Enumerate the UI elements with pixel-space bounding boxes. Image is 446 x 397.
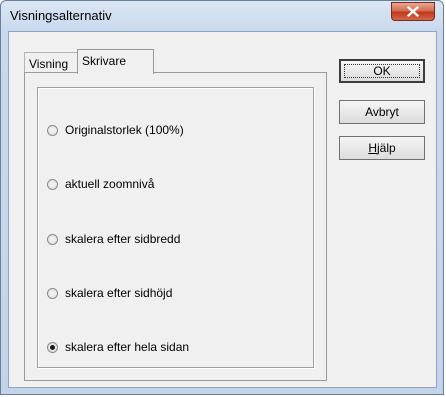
title-bar[interactable]: Visningsalternativ [1,1,443,31]
dialog-body: Visning Skrivare Originalstorlek (100%) … [8,31,437,388]
help-button[interactable]: Hjälp [339,136,425,160]
tab-skrivare[interactable]: Skrivare [77,49,154,74]
option-sidbredd[interactable]: skalera efter sidbredd [47,231,180,247]
option-label: skalera efter hela sidan [65,340,190,354]
close-x-icon [407,6,419,17]
window-title: Visningsalternativ [10,8,112,23]
radio-sidhojd[interactable] [47,287,58,299]
scaling-options-group: Originalstorlek (100%) aktuell zoomnivå … [37,87,314,368]
tab-panel-skrivare: Originalstorlek (100%) aktuell zoomnivå … [24,72,327,381]
radio-originalstorlek[interactable] [47,124,58,136]
tab-visning[interactable]: Visning [24,52,77,73]
radio-hela-sidan[interactable] [47,341,58,353]
ok-button[interactable]: OK [339,59,425,83]
cancel-button[interactable]: Avbryt [339,100,425,124]
dialog-window: Visningsalternativ Visning Skrivare Orig… [0,0,444,395]
option-originalstorlek[interactable]: Originalstorlek (100%) [47,122,184,138]
option-hela-sidan[interactable]: skalera efter hela sidan [47,339,189,355]
radio-aktuell-zoomniva[interactable] [47,178,58,190]
help-accelerator: H [368,141,377,155]
option-aktuell-zoomniva[interactable]: aktuell zoomnivå [47,176,154,192]
option-label: Originalstorlek (100%) [65,123,184,137]
focus-rect [344,64,420,78]
radio-sidbredd[interactable] [47,233,58,245]
help-label-rest: jälp [376,141,396,155]
tab-visning-label: Visning [29,57,69,71]
help-button-label: Hjälp [368,141,395,155]
option-sidhojd[interactable]: skalera efter sidhöjd [47,285,172,301]
cancel-button-label: Avbryt [365,105,399,119]
close-button[interactable] [391,2,435,21]
option-label: skalera efter sidhöjd [65,286,173,300]
option-label: aktuell zoomnivå [65,177,155,191]
tab-skrivare-label: Skrivare [82,54,127,68]
option-label: skalera efter sidbredd [65,232,181,246]
